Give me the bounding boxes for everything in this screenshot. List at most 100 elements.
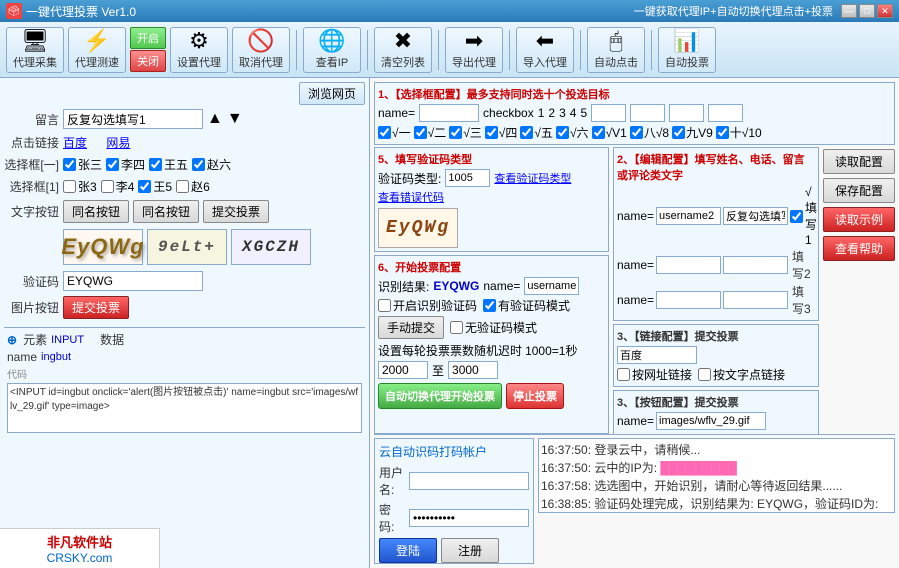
toolbar-export[interactable]: ➡ 导出代理 bbox=[445, 27, 503, 73]
check-captcha-type-link[interactable]: 查看验证码类型 bbox=[494, 170, 571, 186]
cb-zhao6[interactable]: 赵六 bbox=[192, 156, 231, 173]
s2-fill1[interactable] bbox=[723, 207, 788, 225]
section1-title: 1、【选择框配置】最多支持同时选十个投选目标 bbox=[378, 86, 891, 102]
browse-button[interactable]: 浏览网页 bbox=[299, 82, 365, 105]
cb-wang5b[interactable]: 王5 bbox=[138, 178, 172, 195]
s2-name3[interactable] bbox=[656, 291, 721, 309]
click-link-label: 点击链接 bbox=[4, 134, 59, 151]
link-wangyi[interactable]: 网易 bbox=[106, 134, 130, 151]
register-btn[interactable]: 注册 bbox=[441, 538, 499, 563]
captcha-type-input[interactable] bbox=[445, 169, 490, 187]
section5-title: 5、填写验证码类型 bbox=[378, 151, 605, 167]
submit-vote-btn[interactable]: 提交投票 bbox=[203, 200, 269, 223]
toolbar-clearlist[interactable]: ✖ 清空列表 bbox=[374, 27, 432, 73]
cb-9[interactable]: 九V9 bbox=[672, 124, 713, 141]
cb-4[interactable]: √四 bbox=[485, 124, 518, 141]
no-mode-cb[interactable]: 无验证码模式 bbox=[450, 319, 537, 336]
name-input[interactable] bbox=[419, 104, 479, 122]
stop-vote-btn[interactable]: 停止投票 bbox=[506, 383, 564, 409]
captcha-images: EyQWg 9eLt+ XGCZH bbox=[4, 227, 365, 267]
choose-input2[interactable] bbox=[630, 104, 665, 122]
stop-button[interactable]: 关闭 bbox=[130, 50, 166, 72]
s2-cb1[interactable]: √填写1 bbox=[790, 185, 817, 247]
login-btn[interactable]: 登陆 bbox=[379, 538, 437, 563]
cloud-user-input[interactable] bbox=[409, 472, 529, 490]
bottom-right-area: 云自动识码打码帐户 用户名: 密码: 登陆 注册 余额 充值 bbox=[374, 434, 895, 564]
section6-box: 6、开始投票配置 识别结果: EYQWG name= 开启识别验证码 有验证码模… bbox=[374, 255, 609, 434]
manual-submit-btn[interactable]: 手动提交 bbox=[378, 316, 444, 339]
choose-input4[interactable] bbox=[708, 104, 743, 122]
link-baidu[interactable]: 百度 bbox=[63, 134, 87, 151]
cb-zhang3b[interactable]: 张3 bbox=[63, 178, 97, 195]
middle-area: 5、填写验证码类型 验证码类型: 查看验证码类型 查看错误代码 EyQWg bbox=[374, 147, 895, 434]
toolbar-collect[interactable]: 🖥 代理采集 bbox=[6, 27, 64, 73]
s2-name1[interactable] bbox=[656, 207, 721, 225]
import-icon: ⬅ bbox=[536, 30, 554, 52]
name3-input[interactable] bbox=[524, 277, 579, 295]
choose-input1[interactable] bbox=[591, 104, 626, 122]
s2-fill2[interactable] bbox=[723, 256, 788, 274]
cb-6[interactable]: √六 bbox=[556, 124, 589, 141]
text-link-cb[interactable]: 按文字点链接 bbox=[698, 366, 785, 383]
toolbar-autovote[interactable]: 📊 自动投票 bbox=[658, 27, 716, 73]
start-button[interactable]: 开启 bbox=[130, 27, 166, 49]
read-sample-btn[interactable]: 读取示例 bbox=[823, 207, 895, 232]
watermark-line1: 非凡软件站 bbox=[47, 532, 112, 551]
app-subtitle: 一键获取代理IP+自动切换代理点击+投票 bbox=[634, 3, 833, 19]
start-vote-btn[interactable]: 自动切换代理开始投票 bbox=[378, 383, 502, 409]
section3-btn-name: name= bbox=[617, 412, 815, 430]
toolbar: 🖥 代理采集 ⚡ 代理测速 开启 关闭 ⚙ 设置代理 🚫 取消代理 🌐 查看IP… bbox=[0, 22, 899, 78]
separator6 bbox=[651, 30, 652, 70]
cb-2[interactable]: √二 bbox=[414, 124, 447, 141]
read-config-btn[interactable]: 读取配置 bbox=[823, 149, 895, 174]
select-two-label: 选择框[1] bbox=[4, 178, 59, 195]
s2-fill3[interactable] bbox=[723, 291, 788, 309]
same-btn2[interactable]: 同名按钮 bbox=[133, 200, 199, 223]
link-value-input[interactable] bbox=[617, 346, 697, 364]
import-label: 导入代理 bbox=[523, 54, 567, 70]
comment-input[interactable] bbox=[63, 109, 203, 129]
toolbar-speed[interactable]: ⚡ 代理测速 bbox=[68, 27, 126, 73]
toolbar-checkip[interactable]: 🌐 查看IP bbox=[303, 27, 361, 73]
toolbar-autoclick[interactable]: 🖱 自动点击 bbox=[587, 27, 645, 73]
from-input[interactable] bbox=[378, 361, 428, 379]
s2-name2[interactable] bbox=[656, 256, 721, 274]
image-submit-btn[interactable]: 提交投票 bbox=[63, 296, 129, 319]
cb-1[interactable]: √一 bbox=[378, 124, 411, 141]
s3-name-input[interactable] bbox=[656, 412, 766, 430]
same-btn1[interactable]: 同名按钮 bbox=[63, 200, 129, 223]
cb-li4b[interactable]: 李4 bbox=[101, 178, 135, 195]
toolbar-setproxy[interactable]: ⚙ 设置代理 bbox=[170, 27, 228, 73]
save-config-btn[interactable]: 保存配置 bbox=[823, 178, 895, 203]
cb-zhang3[interactable]: 张三 bbox=[63, 156, 102, 173]
cb-li4[interactable]: 李四 bbox=[106, 156, 145, 173]
choose-input3[interactable] bbox=[669, 104, 704, 122]
has-mode-cb[interactable]: 有验证码模式 bbox=[483, 297, 570, 314]
cb-wang5[interactable]: 王五 bbox=[149, 156, 188, 173]
minimize-button[interactable]: — bbox=[841, 4, 857, 18]
check-error-code-link[interactable]: 查看错误代码 bbox=[378, 192, 444, 204]
app-title: 一键代理投票 Ver1.0 bbox=[26, 3, 634, 20]
cb-3[interactable]: √三 bbox=[449, 124, 482, 141]
identify-result-row: 识别结果: EYQWG name= bbox=[378, 277, 605, 295]
comment-scroll-down[interactable]: ▼ bbox=[227, 110, 243, 128]
cb-zhao6b[interactable]: 赵6 bbox=[176, 178, 210, 195]
url-link-cb[interactable]: 按网址链接 bbox=[617, 366, 692, 383]
maximize-button[interactable]: □ bbox=[859, 4, 875, 18]
separator2 bbox=[367, 30, 368, 70]
toolbar-cancelproxy[interactable]: 🚫 取消代理 bbox=[232, 27, 290, 73]
comment-scroll-up[interactable]: ▲ bbox=[207, 110, 223, 128]
toolbar-import[interactable]: ⬅ 导入代理 bbox=[516, 27, 574, 73]
captcha-input[interactable] bbox=[63, 271, 203, 291]
close-button[interactable]: ✕ bbox=[877, 4, 893, 18]
enable-identify-cb[interactable]: 开启识别验证码 bbox=[378, 297, 477, 314]
cb-8[interactable]: 八√8 bbox=[630, 124, 669, 141]
log-line-1: 16:37:50: 登录云中，请稍候... bbox=[541, 441, 892, 459]
to-input[interactable] bbox=[448, 361, 498, 379]
cb-5[interactable]: √五 bbox=[520, 124, 553, 141]
cb-10[interactable]: 十√10 bbox=[716, 124, 762, 141]
help-btn[interactable]: 查看帮助 bbox=[823, 236, 895, 261]
cb-7[interactable]: √V1 bbox=[592, 126, 627, 140]
check-error-row: 查看错误代码 bbox=[378, 189, 605, 205]
cloud-pass-input[interactable] bbox=[409, 509, 529, 527]
